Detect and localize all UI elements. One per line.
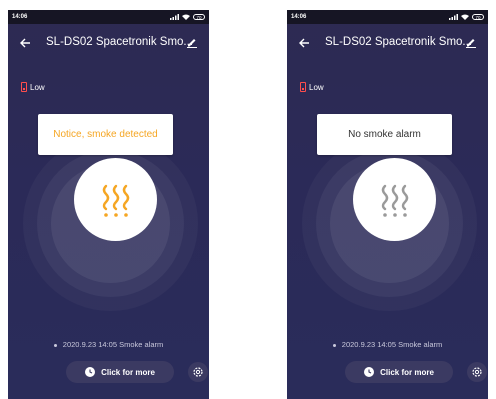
last-event: 2020.9.23 14:05 Smoke alarm [8, 340, 209, 349]
battery-percent-badge: 70 [472, 14, 484, 20]
alarm-notice-card: Notice, smoke detected [38, 114, 173, 155]
device-title: SL-DS02 Spacetronik Smo... [46, 36, 194, 48]
alarm-notice-text: No smoke alarm [348, 129, 421, 140]
click-for-more-label: Click for more [380, 367, 434, 377]
alarm-notice-card: No smoke alarm [317, 114, 452, 155]
smoke-normal-icon [381, 184, 409, 217]
status-bar: 14:06 70 [8, 10, 209, 24]
detector-status-circle [74, 158, 157, 241]
battery-status: Low [300, 82, 324, 92]
app-header: SL-DS02 Spacetronik Smo... [287, 34, 488, 52]
battery-low-icon [21, 82, 27, 92]
alarm-notice-text: Notice, smoke detected [53, 129, 158, 140]
click-for-more-button[interactable]: Click for more [66, 361, 174, 383]
phone-screen-alert: 14:06 70 SL-DS02 Spacetronik Smo... Low [8, 10, 209, 399]
gear-icon [472, 367, 482, 377]
status-bar: 14:06 70 [287, 10, 488, 24]
signal-icon [449, 14, 458, 20]
click-for-more-button[interactable]: Click for more [345, 361, 453, 383]
last-event: 2020.9.23 14:05 Smoke alarm [287, 340, 488, 349]
battery-percent-badge: 70 [193, 14, 205, 20]
clock-icon [85, 367, 96, 377]
edit-pencil-icon[interactable] [187, 37, 197, 48]
battery-status-label: Low [30, 82, 45, 92]
settings-button[interactable] [188, 362, 208, 382]
bullet-dot-icon [53, 343, 57, 347]
detector-status-circle [353, 158, 436, 241]
app-header: SL-DS02 Spacetronik Smo... [8, 34, 209, 52]
wifi-icon [461, 14, 469, 20]
phone-screen-normal: 14:06 70 SL-DS02 Spacetronik Smo... Low [287, 10, 488, 399]
signal-icon [170, 14, 179, 20]
battery-low-icon [300, 82, 306, 92]
status-time: 14:06 [291, 14, 307, 20]
battery-status-label: Low [309, 82, 324, 92]
wifi-icon [182, 14, 190, 20]
battery-status: Low [21, 82, 45, 92]
bullet-dot-icon [332, 343, 336, 347]
last-event-text: 2020.9.23 14:05 Smoke alarm [62, 340, 164, 349]
back-arrow-icon[interactable] [19, 37, 31, 49]
back-arrow-icon[interactable] [298, 37, 310, 49]
edit-pencil-icon[interactable] [466, 37, 476, 48]
last-event-text: 2020.9.23 14:05 Smoke alarm [341, 340, 443, 349]
device-title: SL-DS02 Spacetronik Smo... [325, 36, 473, 48]
gear-icon [193, 367, 203, 377]
click-for-more-label: Click for more [101, 367, 155, 377]
clock-icon [364, 367, 375, 377]
smoke-alert-icon [102, 184, 130, 217]
status-time: 14:06 [12, 14, 28, 20]
settings-button[interactable] [467, 362, 487, 382]
